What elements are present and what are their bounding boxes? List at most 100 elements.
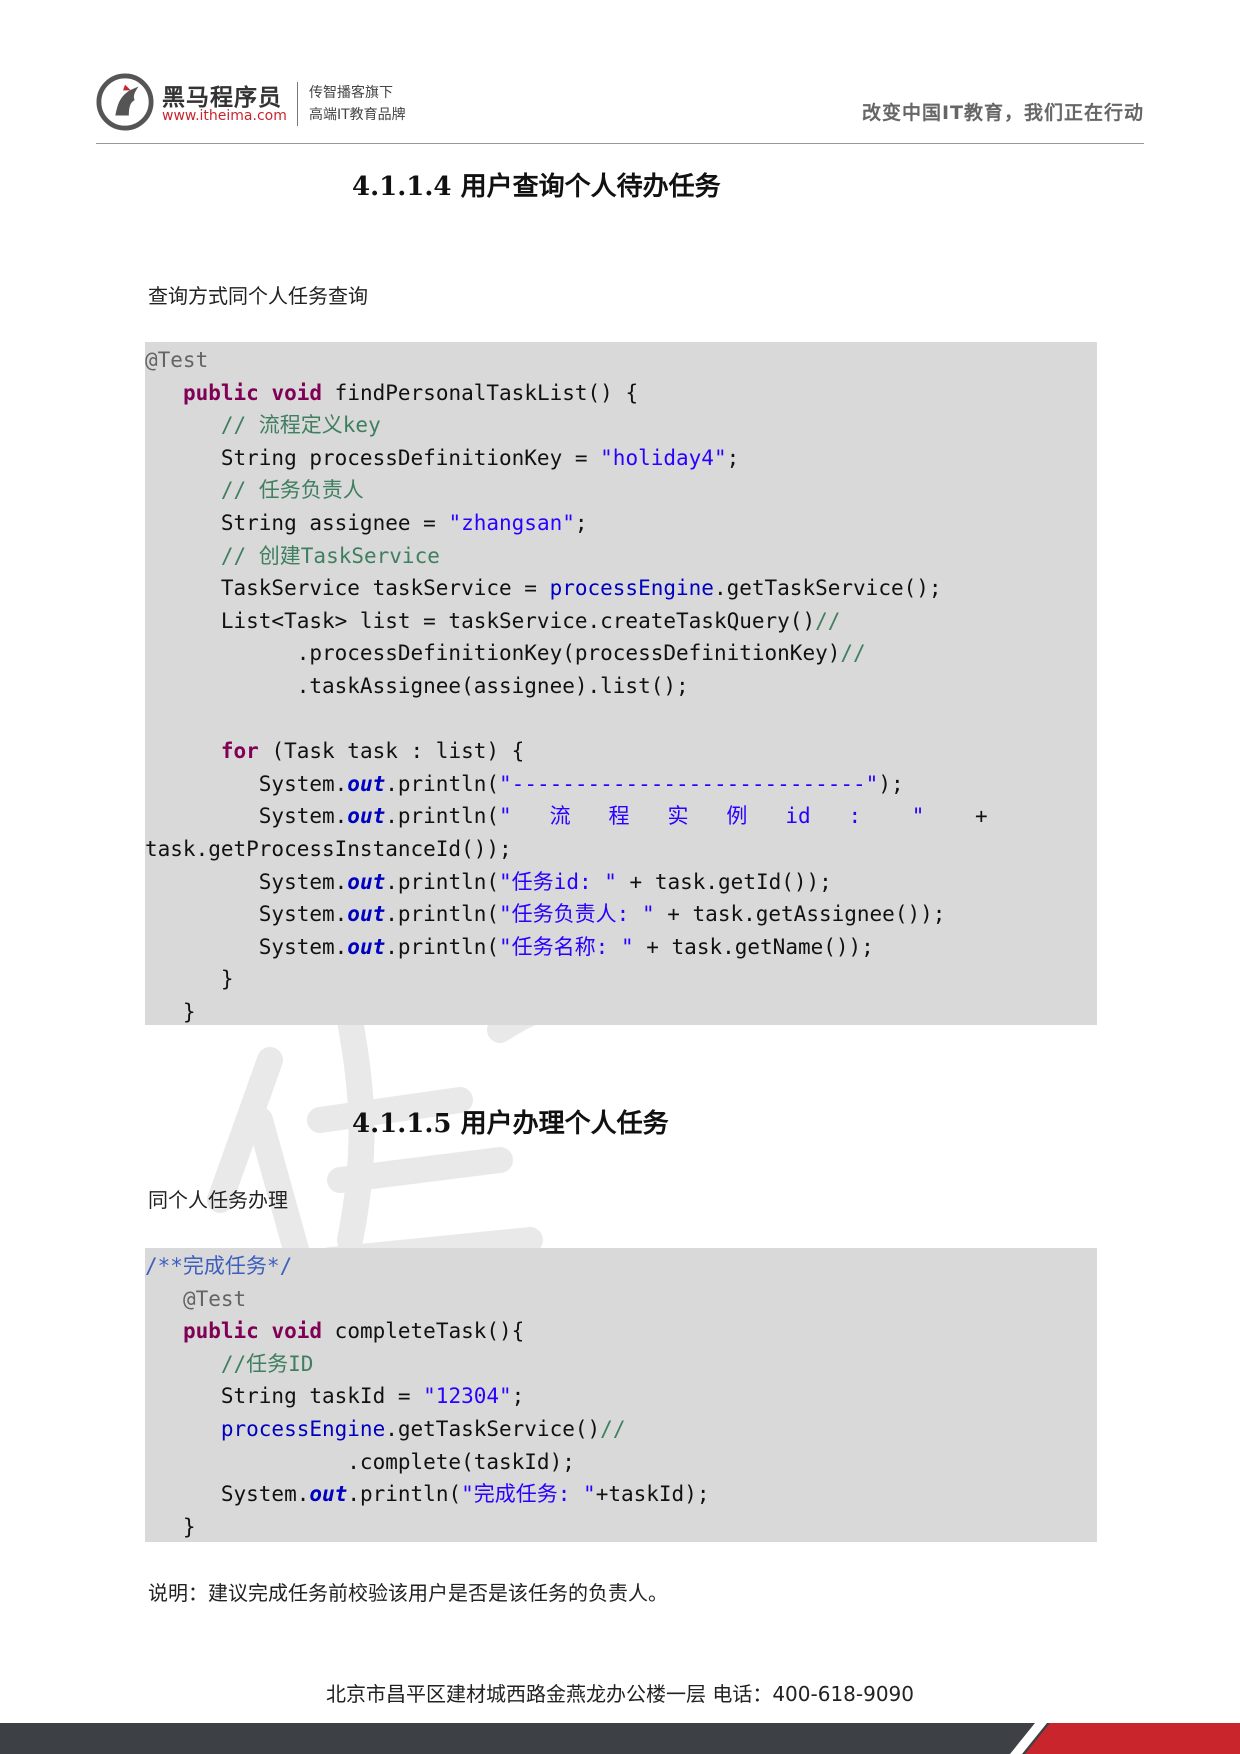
- code-token: TaskService taskService =: [145, 576, 550, 601]
- code-token: "----------------------------": [499, 771, 879, 796]
- code-line: /**完成任务*/: [145, 1250, 1097, 1283]
- code-token: "12304": [423, 1384, 512, 1409]
- code-token: String taskId =: [145, 1384, 424, 1409]
- code-token: System.: [145, 804, 348, 829]
- code-token: for: [220, 739, 259, 764]
- note-text: 说明：建议完成任务前校验该用户是否是该任务的负责人。: [148, 1581, 668, 1605]
- code-token: "完成任务: ": [461, 1482, 596, 1507]
- code-line: for (Task task : list) {: [145, 735, 1097, 768]
- code-line: @Test: [145, 344, 1097, 377]
- code-line: .complete(taskId);: [145, 1446, 1097, 1479]
- code-block-find-personal-tasks: @Test public void findPersonalTaskList()…: [145, 342, 1097, 1025]
- code-line: //任务ID: [145, 1348, 1097, 1381]
- code-block-complete-task: /**完成任务*/ @Test public void completeTask…: [145, 1248, 1097, 1542]
- code-token: out: [347, 902, 386, 927]
- logo-name: 黑马程序员: [162, 85, 282, 111]
- code-token: + task.getId());: [616, 869, 832, 894]
- code-token: );: [878, 771, 904, 796]
- code-token: +taskId);: [595, 1482, 710, 1507]
- code-line: // 任务负责人: [145, 474, 1097, 507]
- logo-tagline-1: 传智播客旗下: [309, 85, 393, 101]
- header-slogan: 改变中国IT教育，我们正在行动: [861, 102, 1144, 124]
- code-token: out: [309, 1482, 348, 1507]
- code-token: completeTask(){: [322, 1319, 525, 1344]
- code-line: }: [145, 1511, 1097, 1542]
- code-token: out: [347, 934, 386, 959]
- code-token: //: [840, 641, 866, 666]
- code-token: .getTaskService(): [385, 1416, 601, 1441]
- code-token: out: [347, 869, 386, 894]
- code-token: .getTaskService();: [713, 576, 942, 601]
- code-token: // 创建TaskService: [220, 543, 440, 568]
- footer-bar: [0, 1723, 1240, 1754]
- code-token: "holiday4": [600, 445, 727, 470]
- code-token: //任务ID: [220, 1351, 314, 1376]
- code-token: .processDefinitionKey(processDefinitionK…: [145, 641, 841, 666]
- code-line: @Test: [145, 1283, 1097, 1316]
- code-token: System.: [145, 771, 348, 796]
- code-token: + task.getAssignee());: [654, 902, 946, 927]
- code-token: public: [182, 380, 259, 405]
- code-token: out: [347, 804, 386, 829]
- code-line: task.getProcessInstanceId());: [145, 833, 1097, 866]
- code-token: processEngine: [220, 1416, 386, 1441]
- code-token: "任务负责人: ": [499, 902, 655, 927]
- code-line: // 创建TaskService: [145, 540, 1097, 573]
- code-line: .processDefinitionKey(processDefinitionK…: [145, 637, 1097, 670]
- code-token: ;: [574, 510, 588, 535]
- code-token: ;: [726, 445, 740, 470]
- code-line: processEngine.getTaskService()//: [145, 1413, 1097, 1446]
- page-header: 黑马程序员 www.itheima.com 传智播客旗下 高端IT教育品牌 改变…: [96, 68, 1144, 144]
- code-line: List<Task> list = taskService.createTask…: [145, 605, 1097, 638]
- code-token: /**完成任务*/: [145, 1254, 293, 1278]
- code-line: System.out.println("任务id: " + task.getId…: [145, 866, 1097, 899]
- code-token: "zhangsan": [448, 510, 575, 535]
- code-token: System.: [145, 902, 348, 927]
- section1-intro: 查询方式同个人任务查询: [148, 284, 368, 308]
- code-token: void: [271, 1319, 323, 1344]
- code-line: System.out.println(" 流 程 实 例 id : " +: [145, 800, 1097, 833]
- code-token: +: [924, 804, 988, 829]
- code-line: String processDefinitionKey = "holiday4"…: [145, 442, 1097, 475]
- code-token: + task.getName());: [633, 934, 874, 959]
- code-token: " 流 程 实 例 id : ": [499, 804, 925, 829]
- code-line: System.out.println("任务名称: " + task.getNa…: [145, 931, 1097, 964]
- code-token: String processDefinitionKey =: [145, 445, 601, 470]
- code-token: out: [347, 771, 386, 796]
- code-token: .println(: [385, 902, 500, 927]
- section-heading-4-1-1-5: 4.1.1.5 用户办理个人任务: [352, 1109, 669, 1139]
- logo-divider: [297, 82, 298, 126]
- section-heading-4-1-1-4: 4.1.1.4 用户查询个人待办任务: [352, 172, 721, 202]
- code-token: // 流程定义key: [220, 413, 381, 438]
- code-line: .taskAssignee(assignee).list();: [145, 670, 1097, 703]
- code-line: }: [145, 996, 1097, 1025]
- code-token: "任务名称: ": [499, 934, 634, 959]
- logo-tagline-2: 高端IT教育品牌: [309, 107, 406, 123]
- code-token: System.: [145, 934, 348, 959]
- code-line: public void completeTask(){: [145, 1315, 1097, 1348]
- code-line: System.out.println("完成任务: "+taskId);: [145, 1478, 1097, 1511]
- logo-url: www.itheima.com: [162, 108, 287, 124]
- code-token: //: [600, 1416, 626, 1441]
- code-token: @Test: [182, 1286, 247, 1311]
- code-token: }: [145, 999, 196, 1024]
- code-token: "任务id: ": [499, 869, 617, 894]
- header-divider: [96, 143, 1144, 144]
- code-token: .println(: [347, 1482, 462, 1507]
- code-line: public void findPersonalTaskList() {: [145, 377, 1097, 410]
- code-token: //: [815, 608, 841, 633]
- code-line: String taskId = "12304";: [145, 1380, 1097, 1413]
- code-token: processEngine: [549, 576, 714, 601]
- code-token: void: [271, 380, 323, 405]
- code-token: @Test: [145, 348, 209, 372]
